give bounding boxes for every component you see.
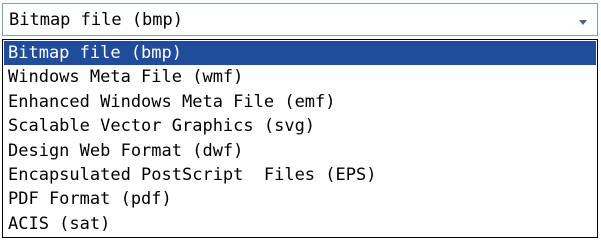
dropdown-option-dwf[interactable]: Design Web Format (dwf) (4, 139, 596, 163)
dropdown-option-eps[interactable]: Encapsulated PostScript Files (EPS) (4, 163, 596, 187)
chevron-down-icon[interactable] (575, 14, 591, 30)
file-type-combobox[interactable]: Bitmap file (bmp) (2, 3, 598, 36)
dropdown-option-emf[interactable]: Enhanced Windows Meta File (emf) (4, 90, 596, 114)
dropdown-option-wmf[interactable]: Windows Meta File (wmf) (4, 65, 596, 89)
dropdown-option-svg[interactable]: Scalable Vector Graphics (svg) (4, 114, 596, 138)
dropdown-option-pdf[interactable]: PDF Format (pdf) (4, 187, 596, 211)
file-type-dropdown-list: Bitmap file (bmp) Windows Meta File (wmf… (2, 39, 598, 238)
combobox-current-value: Bitmap file (bmp) (9, 10, 183, 30)
dropdown-option-sat[interactable]: ACIS (sat) (4, 212, 596, 236)
file-type-selector: Bitmap file (bmp) Bitmap file (bmp) Wind… (0, 0, 601, 240)
dropdown-option-bmp[interactable]: Bitmap file (bmp) (4, 41, 596, 66)
